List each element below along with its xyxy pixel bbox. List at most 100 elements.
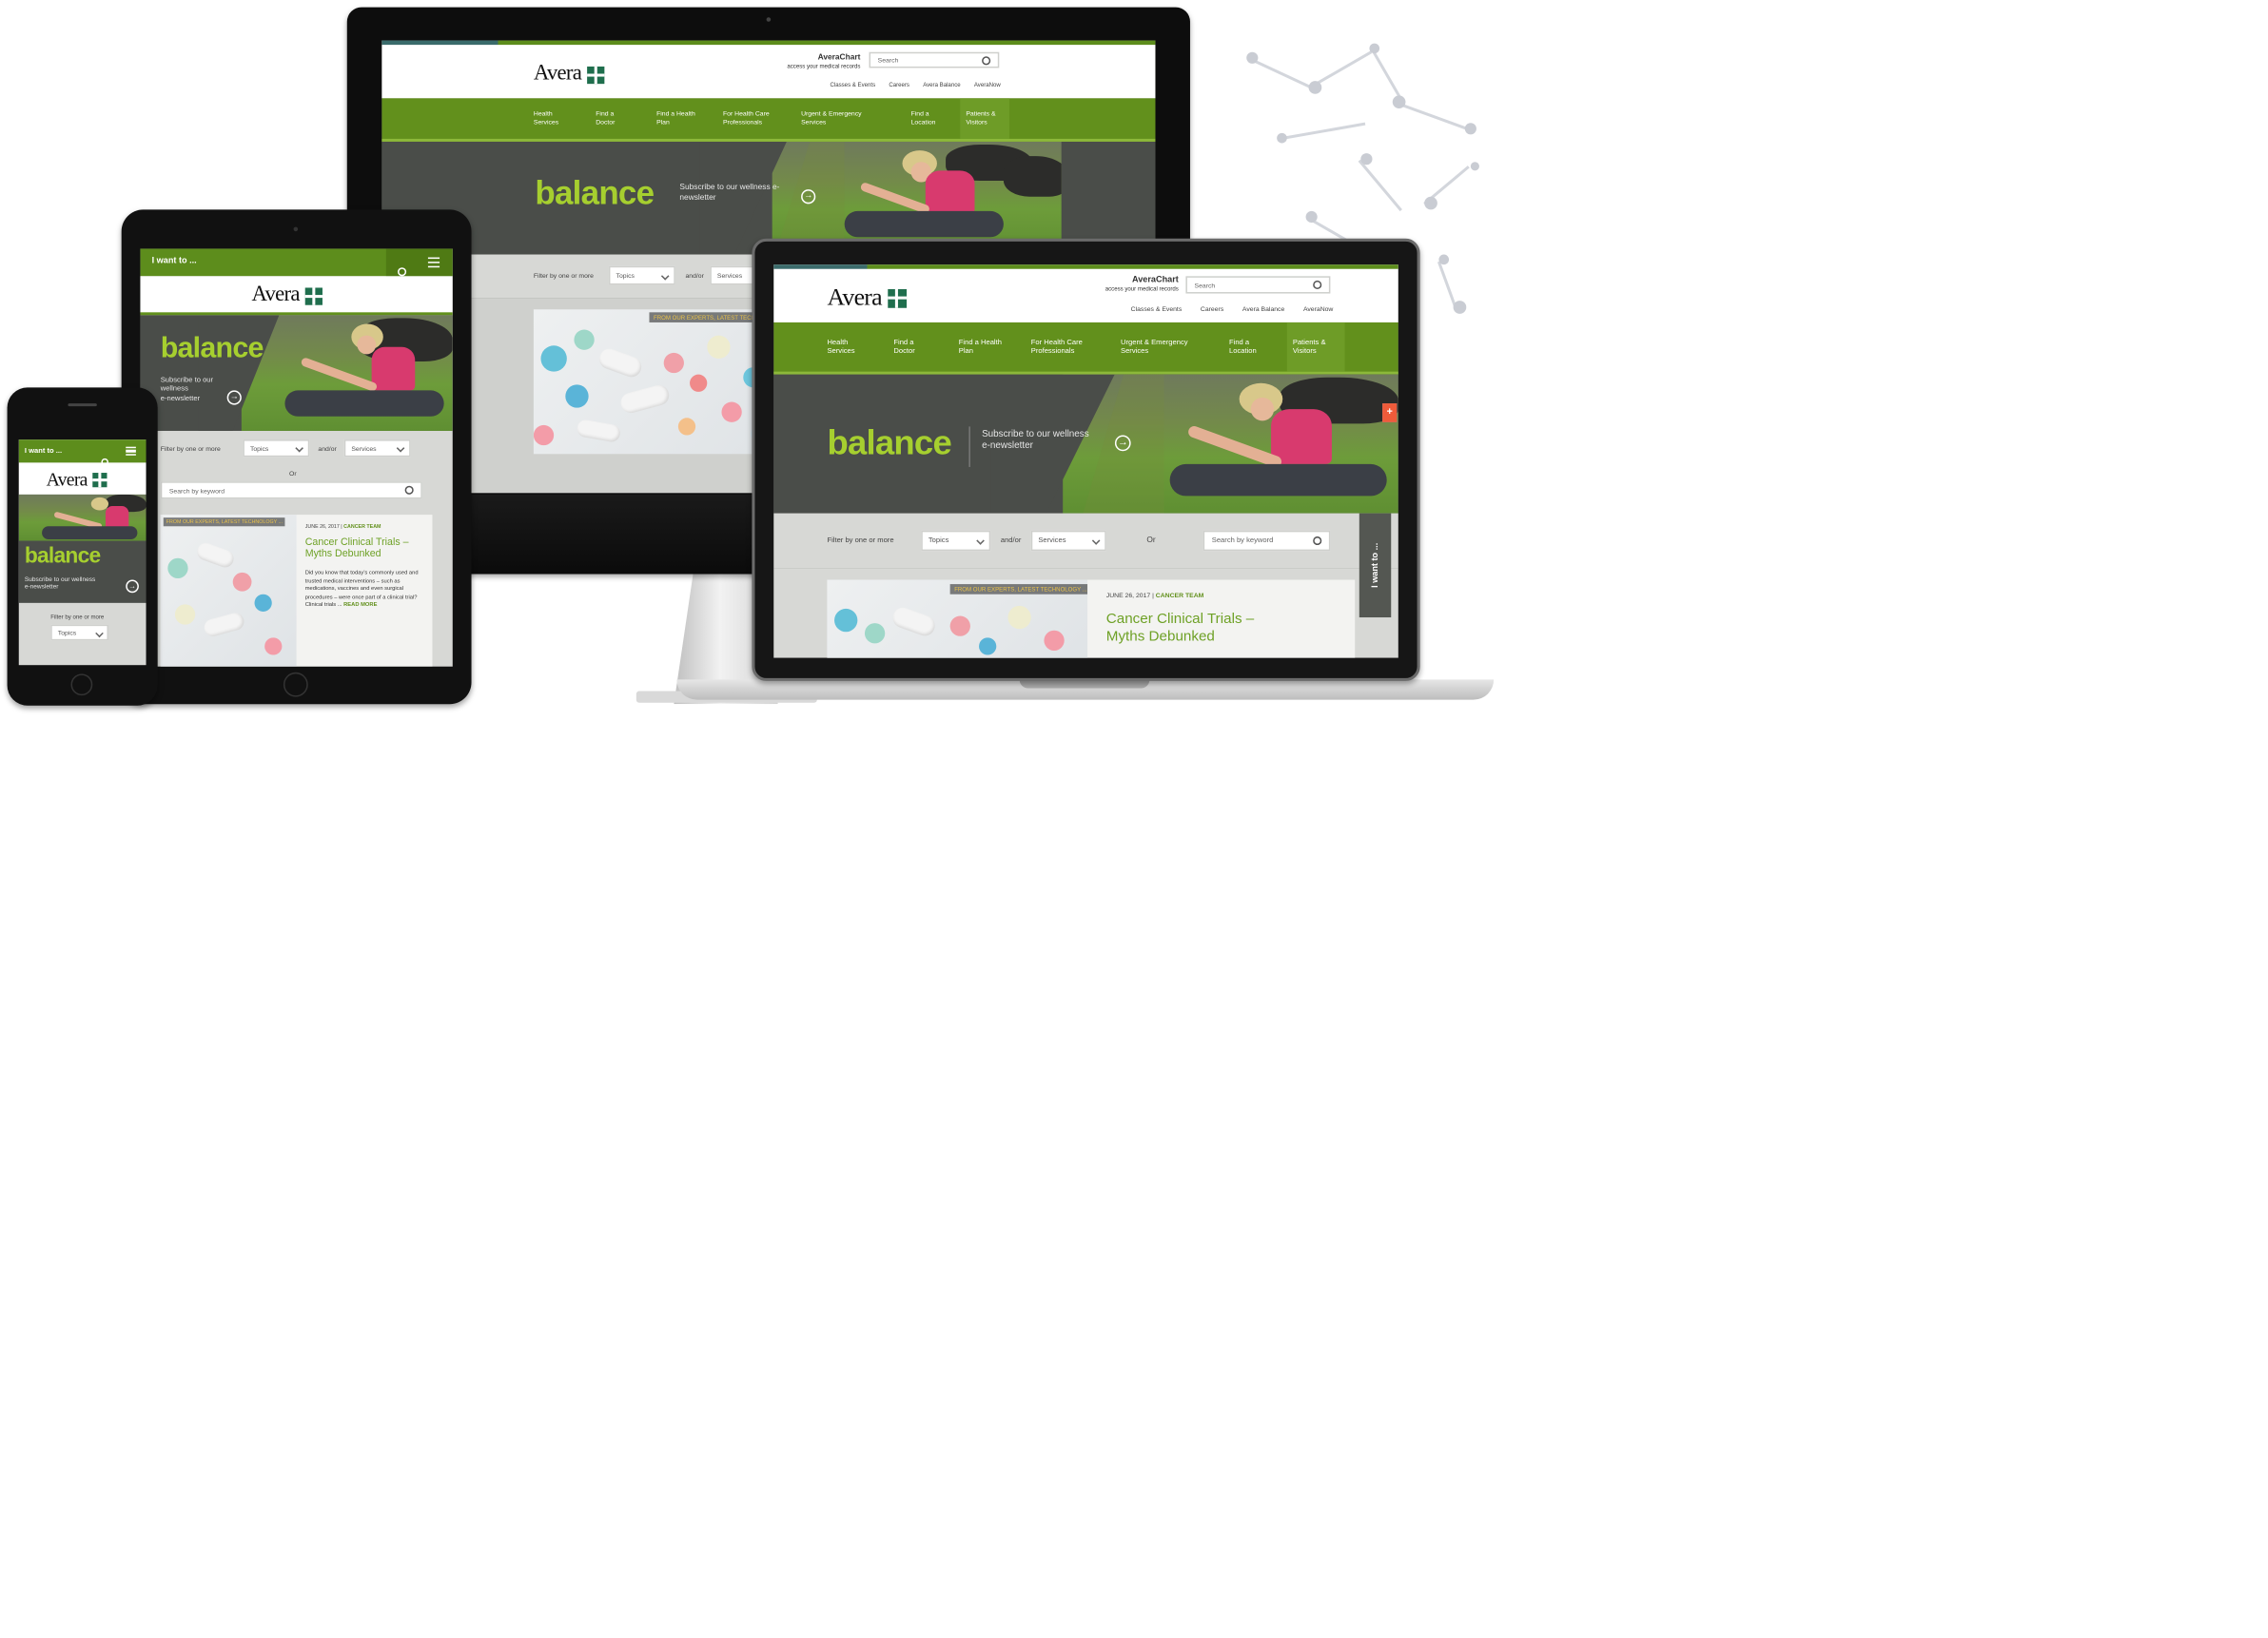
keyword-search-input[interactable]: Search by keyword xyxy=(1202,530,1331,552)
article-card[interactable]: FROM OUR EXPERTS, LATEST TECHNOLOGY ... … xyxy=(827,579,1356,658)
search-icon[interactable] xyxy=(982,55,991,65)
avera-cross-icon xyxy=(887,288,907,307)
utility-links: Classes & Events Careers Avera Balance A… xyxy=(1131,305,1334,313)
avera-logo[interactable]: Avera xyxy=(534,62,605,87)
search-icon[interactable] xyxy=(1313,280,1322,289)
link-avera-balance[interactable]: Avera Balance xyxy=(1242,305,1284,313)
hero-subtitle: Subscribe to our wellness e-newsletter xyxy=(982,429,1089,452)
hero-photo-woman xyxy=(1149,380,1395,511)
topics-select[interactable]: Topics xyxy=(50,624,108,641)
tablet-hero-banner: balance Subscribe to our wellness e-newsle… xyxy=(140,315,453,431)
link-classes-events[interactable]: Classes & Events xyxy=(830,81,875,88)
hamburger-menu-icon[interactable] xyxy=(126,446,136,456)
read-more-link[interactable]: READ MORE xyxy=(343,601,377,607)
nav-find-doctor[interactable]: Find a Doctor xyxy=(596,110,627,127)
link-averanow[interactable]: AveraNow xyxy=(974,81,1001,88)
i-want-to-menu[interactable]: I want to ... xyxy=(25,447,62,456)
andor-label: and/or xyxy=(1000,536,1022,546)
nav-urgent-emergency[interactable]: Urgent & Emergency Services xyxy=(801,110,873,127)
phone-home-button[interactable] xyxy=(70,673,93,696)
nav-health-care-professionals[interactable]: For Health Care Professionals xyxy=(1031,339,1095,357)
nav-urgent-emergency[interactable]: Urgent & Emergency Services xyxy=(1121,339,1199,357)
avera-cross-icon xyxy=(304,286,323,304)
nav-patients-visitors[interactable]: Patients & Visitors xyxy=(1286,322,1345,372)
article-image-pills: FROM OUR EXPERTS, LATEST TECHNOLOGY ... xyxy=(160,515,297,667)
chevron-down-icon xyxy=(396,443,405,453)
search-icon[interactable] xyxy=(1313,536,1322,546)
services-select[interactable]: Services xyxy=(1030,530,1106,552)
hero-banner: balance Subscribe to our wellness e-news… xyxy=(381,141,1156,255)
nav-find-location[interactable]: Find a Location xyxy=(911,110,943,127)
nav-health-services[interactable]: Health Services xyxy=(534,110,575,127)
subscribe-arrow-button[interactable]: → xyxy=(126,579,139,594)
link-avera-balance[interactable]: Avera Balance xyxy=(923,81,960,88)
link-averanow[interactable]: AveraNow xyxy=(1303,305,1333,313)
nav-find-health-plan[interactable]: Find a Health Plan xyxy=(656,110,700,127)
subscribe-arrow-button[interactable]: → xyxy=(801,189,816,205)
hamburger-menu-icon[interactable] xyxy=(427,257,440,268)
link-classes-events[interactable]: Classes & Events xyxy=(1131,305,1183,313)
i-want-to-side-tab[interactable]: I want to ... xyxy=(1359,513,1392,618)
nav-find-health-plan[interactable]: Find a Health Plan xyxy=(959,339,1003,357)
filter-label: Filter by one or more xyxy=(827,536,894,546)
hero-title: balance xyxy=(160,332,264,365)
phone-logo-bar: Avera xyxy=(18,462,147,495)
phone-speaker xyxy=(68,403,97,407)
chevron-down-icon xyxy=(660,271,670,280)
keyword-search-input[interactable]: Search by keyword xyxy=(160,481,422,499)
averachart-link[interactable]: AveraChart xyxy=(1077,276,1179,284)
site-header: Avera AveraChart access your medical rec… xyxy=(381,40,1156,99)
hero-title: balance xyxy=(24,543,101,569)
phone-device: I want to ... Avera balance Subscribe to… xyxy=(7,387,158,706)
filter-label: Filter by one or more xyxy=(50,613,105,621)
header-search-input[interactable]: Search xyxy=(869,51,1000,68)
article-title[interactable]: Cancer Clinical Trials – Myths Debunked xyxy=(305,537,421,562)
topics-select[interactable]: Topics xyxy=(608,265,675,285)
nav-patients-visitors[interactable]: Patients & Visitors xyxy=(960,98,1009,139)
avera-logo[interactable]: Avera xyxy=(827,283,907,312)
chevron-down-icon xyxy=(1091,536,1101,545)
tablet-home-button[interactable] xyxy=(283,672,308,697)
link-careers[interactable]: Careers xyxy=(1201,305,1223,313)
avera-cross-icon xyxy=(587,66,605,84)
tablet-top-bar: I want to ... xyxy=(140,248,453,277)
chevron-down-icon xyxy=(976,536,985,545)
article-card[interactable]: FROM OUR EXPERTS, LATEST TECHNOLOGY ... … xyxy=(160,515,433,667)
main-nav: Health Services Find a Doctor Find a Hea… xyxy=(773,322,1398,375)
search-icon[interactable] xyxy=(404,485,414,495)
subscribe-arrow-button[interactable]: → xyxy=(226,390,242,405)
chevron-down-icon xyxy=(295,443,303,453)
filter-bar: Filter by one or more Topics and/or Serv… xyxy=(773,513,1398,569)
tablet-device: I want to ... Avera balance Subscribe to… xyxy=(121,209,472,705)
filter-label: Filter by one or more xyxy=(533,271,594,280)
subscribe-arrow-button[interactable]: → xyxy=(1114,435,1131,452)
topics-select[interactable]: Topics xyxy=(243,439,310,458)
filter-label: Filter by one or more xyxy=(160,445,221,453)
nav-health-care-professionals[interactable]: For Health Care Professionals xyxy=(723,110,781,127)
averachart-link[interactable]: AveraChart xyxy=(781,53,861,62)
andor-label: and/or xyxy=(685,271,704,280)
phone-top-bar: I want to ... xyxy=(18,439,147,466)
header-search-input[interactable]: Search xyxy=(1185,276,1331,294)
phone-hero-photo xyxy=(18,494,147,541)
services-select[interactable]: Services xyxy=(343,439,411,458)
nav-find-doctor[interactable]: Find a Doctor xyxy=(893,339,925,357)
article-image-pills: FROM OUR EXPERTS, LATEST TECHNOLOGY ... xyxy=(827,579,1088,658)
topics-select[interactable]: Topics xyxy=(921,530,991,552)
hero-subtitle: Subscribe to our wellness e-newsletter xyxy=(24,575,96,591)
avera-logo[interactable]: Avera xyxy=(47,468,108,491)
content-area: FROM OUR EXPERTS, LATEST TECHNOLOGY ... … xyxy=(773,513,1398,658)
search-icon[interactable] xyxy=(398,267,407,277)
laptop-device: Avera AveraChart access your medical rec… xyxy=(752,238,1420,681)
nav-find-location[interactable]: Find a Location xyxy=(1229,339,1261,357)
google-plus-icon[interactable]: + xyxy=(1382,403,1398,422)
i-want-to-menu[interactable]: I want to ... xyxy=(152,258,197,266)
link-careers[interactable]: Careers xyxy=(889,81,909,88)
hero-subtitle: Subscribe to our wellness e-newsletter xyxy=(160,376,214,403)
tablet-screen: I want to ... Avera balance Subscribe to… xyxy=(140,248,453,667)
hero-title: balance xyxy=(827,423,951,463)
utility-links: Classes & Events Careers Avera Balance A… xyxy=(830,81,1000,88)
article-title[interactable]: Cancer Clinical Trials – Myths Debunked xyxy=(1106,612,1295,646)
nav-health-services[interactable]: Health Services xyxy=(827,339,868,357)
avera-logo[interactable]: Avera xyxy=(251,283,323,308)
